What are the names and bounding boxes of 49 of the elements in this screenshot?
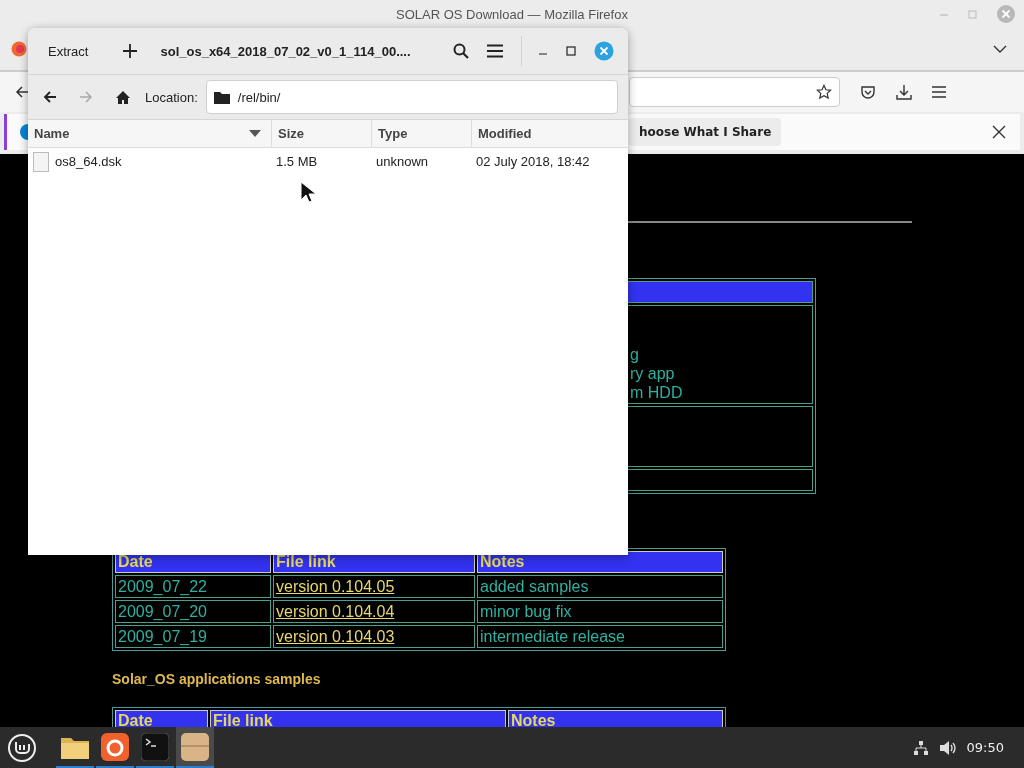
download-icon[interactable]: [896, 84, 912, 100]
column-header: Date: [115, 710, 208, 727]
section-heading: Solar_OS applications samples: [112, 671, 322, 687]
sort-arrow-icon: [249, 130, 261, 137]
archive-icon[interactable]: [181, 732, 209, 761]
column-header: Notes: [508, 710, 723, 727]
file-icon: [33, 151, 49, 172]
menu-logo-icon[interactable]: [7, 732, 37, 763]
column-header[interactable]: Size: [272, 120, 372, 147]
file-row[interactable]: os8_64.dsk 1.5 MB unknown 02 July 2018, 18:42: [28, 148, 628, 175]
column-header[interactable]: Type: [372, 120, 472, 147]
location-label: Location:: [145, 89, 198, 105]
pocket-icon[interactable]: [860, 84, 876, 100]
table-cell: 2009_07_19: [115, 625, 271, 648]
table-text: ry app: [630, 364, 676, 383]
menu-icon[interactable]: [487, 44, 504, 58]
table-cell: 2009_07_22: [115, 575, 271, 598]
folder-icon: [213, 90, 230, 104]
search-icon[interactable]: [453, 43, 470, 59]
volume-icon[interactable]: [938, 739, 957, 756]
back-icon[interactable]: [43, 90, 57, 104]
back-icon[interactable]: [15, 85, 29, 99]
table-cell: intermediate release: [477, 625, 723, 648]
column-header[interactable]: Name: [28, 120, 272, 147]
home-icon[interactable]: [115, 89, 131, 105]
clock[interactable]: 09:50: [966, 740, 1004, 755]
info-icon: [20, 124, 28, 140]
window-title: sol_os_x64_2018_07_02_v0_1_114_00....: [160, 43, 412, 59]
address-field[interactable]: [629, 77, 840, 107]
chevron-down-icon[interactable]: [993, 44, 1007, 54]
window-title: SOLAR OS Download — Mozilla Firefox: [396, 6, 628, 22]
network-icon[interactable]: [912, 739, 929, 756]
maximize-icon[interactable]: [566, 46, 577, 56]
close-icon[interactable]: [992, 125, 1006, 139]
table-cell: added samples: [477, 575, 723, 598]
firefox-icon[interactable]: [101, 732, 129, 761]
table-cell: 2009_07_20: [115, 600, 271, 623]
column-header: File link: [210, 710, 506, 727]
table-text: g: [630, 345, 640, 364]
location-field[interactable]: /rel/bin/: [205, 80, 618, 114]
extract-button[interactable]: Extract: [38, 39, 99, 63]
terminal-icon[interactable]: [141, 732, 169, 761]
add-icon[interactable]: [122, 43, 139, 59]
cursor-icon: [300, 181, 316, 203]
choose-share-button[interactable]: hoose What I Share: [629, 118, 782, 146]
column-header[interactable]: Modified: [472, 120, 622, 147]
table-text: m HDD: [630, 383, 684, 402]
star-icon[interactable]: [816, 84, 832, 100]
table-cell: minor bug fix: [477, 600, 723, 623]
